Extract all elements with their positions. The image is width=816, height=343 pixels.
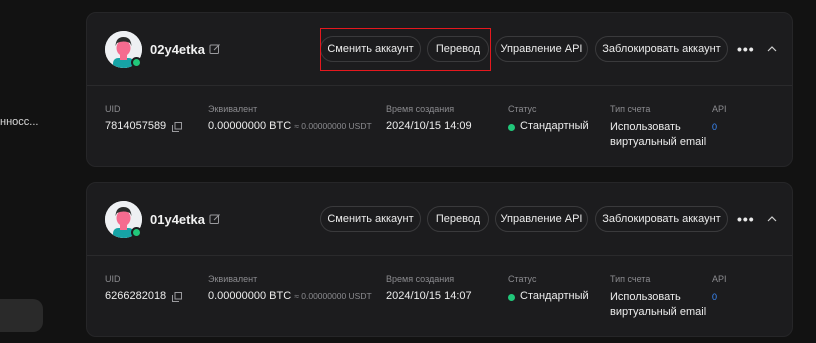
card-header: 01y4etka Сменить аккаунт Перевод Управле…	[87, 183, 792, 256]
copy-icon[interactable]	[172, 292, 182, 302]
transfer-button[interactable]: Перевод	[427, 36, 489, 62]
account-type-label: Тип счета	[610, 104, 651, 114]
manage-api-button[interactable]: Управление API	[495, 36, 588, 62]
more-icon[interactable]: •••	[737, 42, 755, 56]
created-label: Время создания	[386, 274, 455, 284]
sidebar-item-block[interactable]	[0, 299, 43, 332]
sub-account-card: 01y4etka Сменить аккаунт Перевод Управле…	[86, 182, 793, 337]
block-account-button[interactable]: Заблокировать аккаунт	[595, 206, 728, 232]
api-label: API	[712, 104, 727, 114]
edit-icon[interactable]	[209, 213, 221, 225]
equivalent-btc: 0.00000000 BTC	[208, 120, 292, 132]
status-label: Статус	[508, 274, 537, 284]
account-type-label: Тип счета	[610, 274, 651, 284]
status-dot	[508, 294, 515, 301]
api-label: API	[712, 274, 727, 284]
equivalent-label: Эквивалент	[208, 104, 258, 114]
avatar	[105, 31, 142, 68]
transfer-button[interactable]: Перевод	[427, 206, 489, 232]
account-name: 02y4etka	[150, 42, 205, 57]
equivalent-value: 0.00000000 BTC ≈ 0.00000000 USDT	[208, 290, 372, 302]
chevron-up-icon[interactable]	[767, 215, 777, 223]
status-dot	[508, 124, 515, 131]
manage-api-button[interactable]: Управление API	[495, 206, 588, 232]
switch-account-button[interactable]: Сменить аккаунт	[320, 206, 421, 232]
uid-value: 7814057589	[105, 120, 167, 132]
more-icon[interactable]: •••	[737, 212, 755, 226]
card-details: UID 6266282018 Эквивалент 0.00000000 BTC…	[87, 256, 792, 335]
status-value: Стандартный	[520, 290, 589, 302]
uid-label: UID	[105, 104, 121, 114]
avatar	[105, 201, 142, 238]
equivalent-value: 0.00000000 BTC ≈ 0.00000000 USDT	[208, 120, 372, 132]
account-type-value: Использовать виртуальный email	[610, 291, 707, 318]
online-status-dot	[131, 227, 142, 238]
edit-icon[interactable]	[209, 43, 221, 55]
chevron-up-icon[interactable]	[767, 45, 777, 53]
created-value: 2024/10/15 14:07	[386, 290, 472, 302]
uid-label: UID	[105, 274, 121, 284]
api-count-link[interactable]: 0	[712, 292, 717, 302]
copy-icon[interactable]	[172, 122, 182, 132]
equivalent-usdt: ≈ 0.00000000 USDT	[294, 291, 372, 301]
status-value: Стандартный	[520, 120, 589, 132]
account-type-value: Использовать виртуальный email	[610, 121, 707, 148]
equivalent-btc: 0.00000000 BTC	[208, 290, 292, 302]
sidebar-truncated-text[interactable]: нносс...	[0, 116, 38, 128]
account-name: 01y4etka	[150, 212, 205, 227]
card-header: 02y4etka Сменить аккаунт Перевод Управле…	[87, 13, 792, 86]
switch-account-button[interactable]: Сменить аккаунт	[320, 36, 421, 62]
card-details: UID 7814057589 Эквивалент 0.00000000 BTC…	[87, 86, 792, 165]
created-value: 2024/10/15 14:09	[386, 120, 472, 132]
sub-account-card: 02y4etka Сменить аккаунт Перевод Управле…	[86, 12, 793, 167]
api-count-link[interactable]: 0	[712, 122, 717, 132]
equivalent-label: Эквивалент	[208, 274, 258, 284]
created-label: Время создания	[386, 104, 455, 114]
block-account-button[interactable]: Заблокировать аккаунт	[595, 36, 728, 62]
status-label: Статус	[508, 104, 537, 114]
online-status-dot	[131, 57, 142, 68]
uid-value: 6266282018	[105, 290, 167, 302]
equivalent-usdt: ≈ 0.00000000 USDT	[294, 121, 372, 131]
